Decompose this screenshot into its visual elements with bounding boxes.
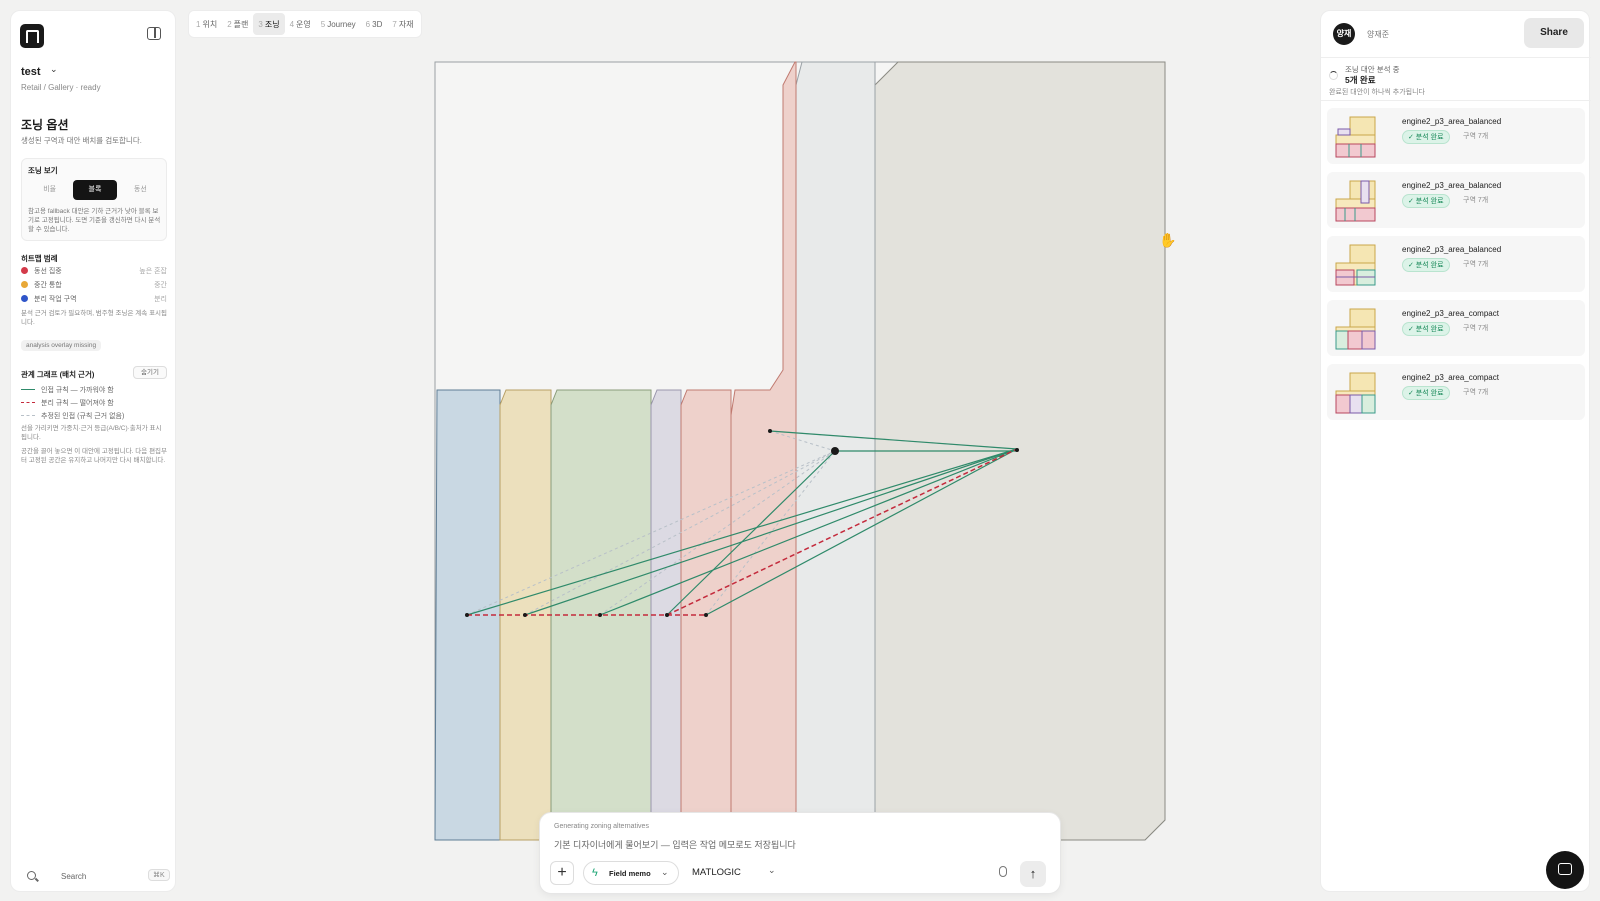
- chevron-down-icon[interactable]: ⌄: [768, 865, 776, 876]
- alternative-card[interactable]: engine2_p3_area_compact ✓ 분석 완료 구역 7개: [1327, 300, 1585, 356]
- zone-count: 구역 7개: [1463, 325, 1489, 332]
- zone-count: 구역 7개: [1463, 261, 1489, 268]
- model-selector[interactable]: MATLOGIC: [692, 867, 741, 878]
- spinner-icon: [1329, 71, 1338, 80]
- analysis-progress: 조닝 대안 분석 중 5개 완료 완료된 대안이 하나씩 추가됩니다: [1321, 57, 1591, 101]
- user-name: 양재준: [1367, 30, 1390, 39]
- alternative-card[interactable]: engine2_p3_area_compact ✓ 분석 완료 구역 7개: [1327, 364, 1585, 420]
- progress-note: 완료된 대안이 하나씩 추가됩니다: [1329, 89, 1425, 96]
- status-badge: ✓ 분석 완료: [1402, 130, 1450, 144]
- alternative-name: engine2_p3_area_balanced: [1402, 181, 1502, 190]
- zone-count: 구역 7개: [1463, 133, 1489, 140]
- zone-count: 구역 7개: [1463, 197, 1489, 204]
- chevron-down-icon: ⌄: [661, 867, 669, 877]
- alternative-name: engine2_p3_area_compact: [1402, 373, 1499, 382]
- zone-count: 구역 7개: [1463, 389, 1489, 396]
- layout-thumbnail: [1335, 244, 1376, 286]
- layout-thumbnail: [1335, 372, 1376, 414]
- status-badge: ✓ 분석 완료: [1402, 258, 1450, 272]
- progress-count: 5개 완료: [1345, 75, 1376, 85]
- microphone-icon[interactable]: [999, 866, 1007, 877]
- generation-status: Generating zoning alternatives: [554, 823, 649, 830]
- status-badge: ✓ 분석 완료: [1402, 386, 1450, 400]
- chat-composer: Generating zoning alternatives 기본 디자이너에게…: [539, 812, 1061, 894]
- alternative-name: engine2_p3_area_balanced: [1402, 245, 1502, 254]
- alternatives-panel: 양재 양재준 Share 조닝 대안 분석 중 5개 완료 완료된 대안이 하나…: [1320, 10, 1591, 892]
- layout-thumbnail: [1335, 116, 1376, 158]
- alternative-card[interactable]: engine2_p3_area_balanced ✓ 분석 완료 구역 7개: [1327, 236, 1585, 292]
- alternative-name: engine2_p3_area_balanced: [1402, 117, 1502, 126]
- layout-thumbnail: [1335, 180, 1376, 222]
- chat-input[interactable]: 기본 디자이너에게 물어보기 — 입력은 작업 메모로도 저장됩니다: [554, 838, 1034, 851]
- chat-bubble-button[interactable]: [1546, 851, 1584, 889]
- alternative-name: engine2_p3_area_compact: [1402, 309, 1499, 318]
- status-badge: ✓ 분석 완료: [1402, 322, 1450, 336]
- alternative-card[interactable]: engine2_p3_area_balanced ✓ 분석 완료 구역 7개: [1327, 108, 1585, 164]
- share-button[interactable]: Share: [1524, 18, 1584, 48]
- field-memo-label: Field memo: [609, 869, 651, 878]
- avatar[interactable]: 양재: [1333, 23, 1355, 45]
- status-badge: ✓ 분석 완료: [1402, 194, 1450, 208]
- chat-bubble-icon: [1558, 863, 1572, 875]
- field-memo-dropdown[interactable]: ϟ Field memo ⌄: [583, 861, 679, 885]
- alternative-card[interactable]: engine2_p3_area_balanced ✓ 분석 완료 구역 7개: [1327, 172, 1585, 228]
- add-attachment-button[interactable]: +: [550, 861, 574, 885]
- send-button[interactable]: ↑: [1020, 861, 1046, 887]
- bolt-icon: ϟ: [592, 867, 598, 879]
- layout-thumbnail: [1335, 308, 1376, 350]
